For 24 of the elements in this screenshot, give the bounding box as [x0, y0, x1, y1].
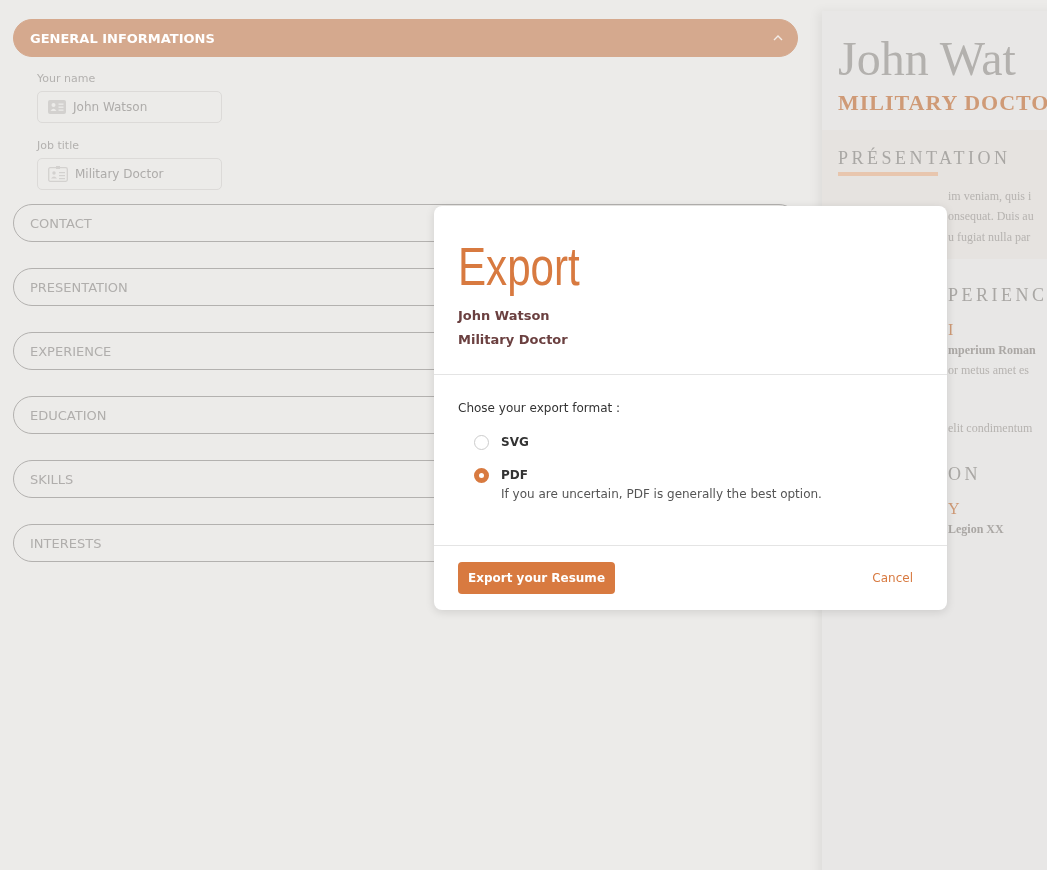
field-label: Your name: [37, 72, 97, 85]
export-button[interactable]: Export your Resume: [458, 562, 615, 594]
resume-name: John Wat: [838, 33, 1017, 86]
field-label: Job title: [37, 139, 80, 152]
entry-text: I: [948, 320, 955, 341]
id-card-icon: [48, 100, 66, 114]
cancel-button[interactable]: Cancel: [872, 571, 913, 585]
section-heading: PERIENC: [948, 285, 1047, 307]
prompt-text: Chose your export format :: [458, 401, 622, 415]
option-label: PDF: [501, 468, 529, 483]
entry-text: mperium Roman: [948, 342, 1037, 360]
section-heading: ON: [948, 464, 982, 486]
section-heading: PRÉSENTATION: [838, 147, 1011, 169]
input-field[interactable]: Military Doctor: [37, 158, 222, 190]
badge-icon: [48, 166, 68, 182]
dialog-name: John Watson: [458, 307, 551, 325]
radio-button[interactable]: [474, 468, 489, 483]
input-field[interactable]: John Watson: [37, 91, 222, 123]
option-label: SVG: [501, 435, 529, 450]
accordion-header[interactable]: GENERAL INFORMATIONS: [13, 19, 798, 57]
entry-text: Y: [948, 499, 961, 520]
dialog-job-title: Military Doctor: [458, 331, 569, 349]
entry-text: Legion XX: [948, 521, 1005, 539]
chevron-up-icon: [773, 35, 783, 41]
